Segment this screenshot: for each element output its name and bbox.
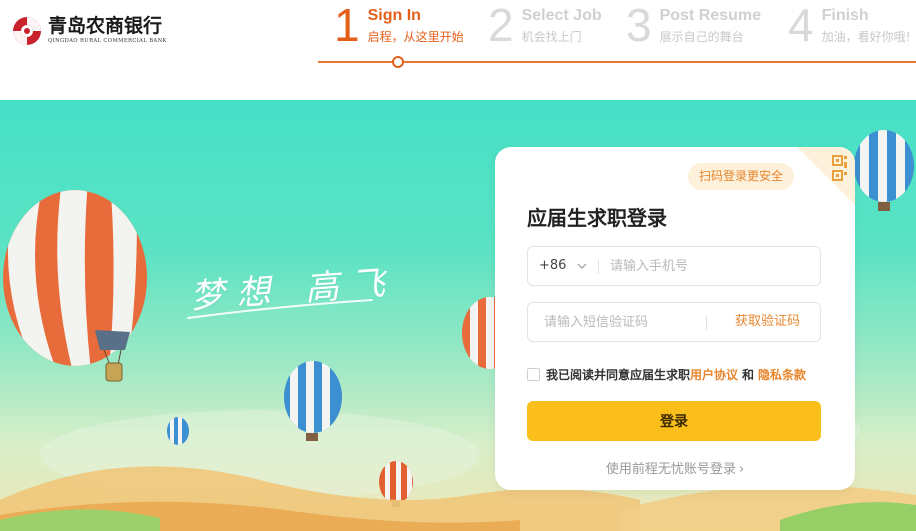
chevron-right-icon: › (738, 462, 745, 477)
qr-code-icon[interactable] (797, 147, 855, 205)
step-number: 1 (334, 0, 360, 51)
page-header: 青岛农商银行 QINGDAO RURAL COMMERCIAL BANK 1 S… (0, 0, 916, 100)
field-divider (706, 315, 707, 330)
step-number: 4 (788, 0, 814, 51)
step-number: 3 (626, 0, 652, 51)
privacy-policy-link[interactable]: 隐私条款 (758, 366, 806, 383)
step-title: Post Resume (659, 7, 761, 24)
sms-code-field: 获取验证码 (527, 302, 821, 342)
step-subtitle: 机会找上门 (521, 30, 582, 44)
phone-field: +86 (527, 246, 821, 286)
bank-name-cn: 青岛农商银行 (48, 15, 163, 38)
field-divider (598, 259, 599, 274)
step-post-resume: 3 Post Resume 展示自己的舞台 (626, 2, 761, 48)
step-subtitle: 展示自己的舞台 (659, 30, 744, 44)
user-agreement-link[interactable]: 用户协议 (690, 366, 738, 383)
step-select-job: 2 Select Job 机会找上门 (488, 2, 602, 48)
step-title: Sign In (367, 7, 421, 24)
signup-steps: 1 Sign In 启程，从这里开始 2 Select Job 机会找上门 3 … (318, 0, 916, 70)
chevron-down-icon (578, 263, 587, 269)
sms-code-input[interactable] (544, 303, 704, 341)
progress-marker (392, 56, 404, 68)
country-code-select[interactable]: +86 (539, 247, 588, 285)
step-title: Select Job (521, 7, 602, 24)
agreement-and: 和 (742, 368, 755, 382)
phone-input[interactable] (610, 247, 810, 285)
login-card: 扫码登录更安全 应届生求职登录 +86 获取验证码 我已阅读并同意应届生求职 用… (495, 147, 855, 490)
login-title: 应届生求职登录 (527, 206, 667, 230)
step-finish: 4 Finish 加油，看好你哦! (788, 2, 910, 48)
agreement-text: 我已阅读并同意应届生求职 (546, 368, 691, 382)
alt-login-label: 使用前程无忧账号登录 (605, 462, 736, 477)
step-subtitle: 启程，从这里开始 (367, 30, 464, 44)
step-title: Finish (821, 7, 869, 24)
bank-name-en: QINGDAO RURAL COMMERCIAL BANK (48, 38, 167, 45)
progress-line (318, 61, 916, 63)
bank-logo[interactable]: 青岛农商银行 QINGDAO RURAL COMMERCIAL BANK (12, 16, 167, 46)
step-sign-in: 1 Sign In 启程，从这里开始 (334, 2, 464, 48)
agreement-row: 我已阅读并同意应届生求职 用户协议 和 隐私条款 (527, 366, 806, 383)
country-code-value: +86 (539, 258, 567, 273)
bank-logo-icon (13, 17, 41, 45)
qr-login-tip: 扫码登录更安全 (688, 163, 795, 190)
step-number: 2 (488, 0, 514, 51)
agree-checkbox[interactable] (527, 368, 540, 381)
alt-login-link[interactable]: 使用前程无忧账号登录 › (495, 458, 855, 477)
step-subtitle: 加油，看好你哦! (821, 30, 911, 44)
get-code-button[interactable]: 获取验证码 (735, 303, 800, 341)
login-button[interactable]: 登录 (527, 401, 821, 441)
